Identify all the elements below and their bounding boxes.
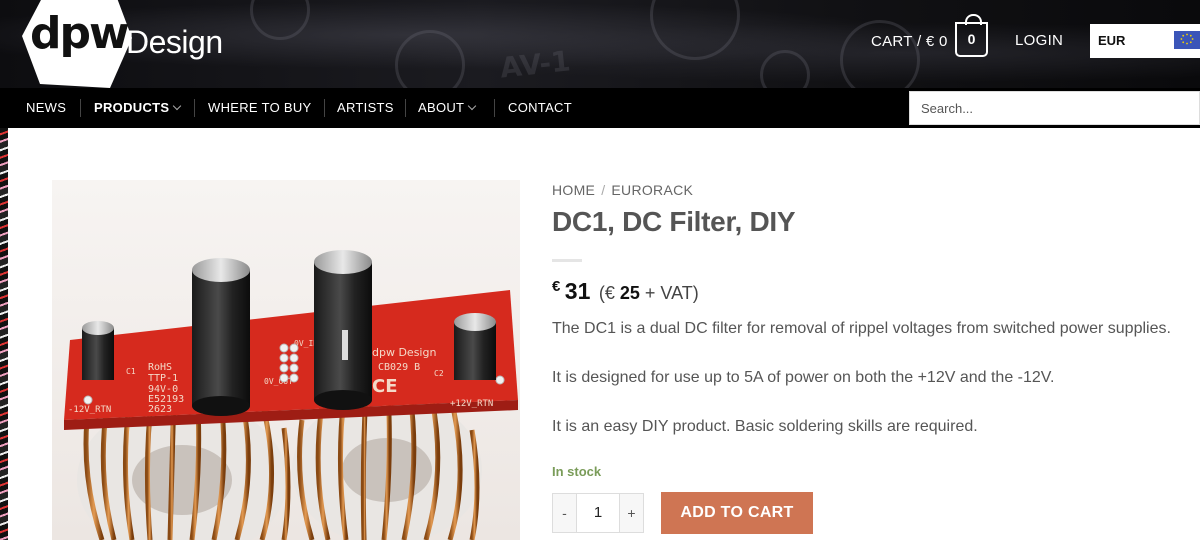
- nav-divider: [324, 99, 325, 117]
- background-module: AV-1: [498, 44, 573, 85]
- background-knob: [650, 0, 740, 60]
- currency-code: EUR: [1098, 33, 1126, 48]
- price-ex-vat-amount: 25: [619, 283, 640, 303]
- nav-item-label: ABOUT: [418, 100, 465, 115]
- nav-item-about[interactable]: ABOUT: [418, 100, 477, 115]
- pcb-label: CB029 B: [378, 362, 420, 373]
- nav-divider: [194, 99, 195, 117]
- pcb-label: dpw Design: [372, 346, 436, 359]
- nav-item-label: PRODUCTS: [94, 100, 170, 115]
- pcb-label: 0V_OUT: [264, 377, 293, 386]
- product-image[interactable]: RoHS TTP-1 94V-0 E52193 2623 dpw Design …: [52, 180, 520, 540]
- product-description: It is designed for use up to 5A of power…: [552, 369, 1055, 386]
- price-amount: 31: [564, 278, 591, 304]
- price-currency: €: [552, 278, 561, 295]
- product-price: € 31 (€ 25 + VAT): [552, 278, 699, 305]
- background-knob: [840, 20, 920, 88]
- quantity-decrease-button[interactable]: -: [553, 494, 577, 532]
- breadcrumb-home[interactable]: HOME: [552, 182, 595, 198]
- breadcrumb: HOME / EURORACK: [552, 182, 693, 198]
- background-knob: [395, 30, 465, 88]
- quantity-stepper: - 1 +: [552, 493, 644, 533]
- nav-item-news[interactable]: NEWS: [26, 100, 66, 115]
- dc-filter-pcb-photo: RoHS TTP-1 94V-0 E52193 2623 dpw Design …: [64, 250, 518, 540]
- nav-divider: [405, 99, 406, 117]
- logo-text[interactable]: Design: [126, 24, 223, 61]
- nav-item-where-to-buy[interactable]: WHERE TO BUY: [208, 100, 312, 115]
- chevron-down-icon: [173, 101, 182, 111]
- cart-link[interactable]: CART / € 0: [871, 33, 948, 50]
- pcb-label: C2: [434, 369, 444, 378]
- pcb-label: 2623: [148, 404, 172, 415]
- breadcrumb-eurorack[interactable]: EURORACK: [611, 182, 693, 198]
- logo-mark: dpw: [30, 8, 130, 59]
- price-ex-vat-prefix: (€: [598, 283, 615, 303]
- search-input[interactable]: [910, 92, 1199, 124]
- quantity-input[interactable]: 1: [577, 494, 619, 532]
- login-link[interactable]: LOGIN: [1015, 32, 1063, 49]
- nav-item-contact[interactable]: CONTACT: [508, 100, 572, 115]
- background-knob: [760, 50, 810, 88]
- nav-divider: [494, 99, 495, 117]
- cart-bag-icon[interactable]: 0: [955, 14, 988, 57]
- breadcrumb-separator: /: [601, 182, 606, 198]
- pcb-label: RoHS: [148, 362, 172, 373]
- pcb-label: +12V_RTN: [450, 399, 493, 409]
- stock-status: In stock: [552, 464, 602, 479]
- nav-item-artists[interactable]: ARTISTS: [337, 100, 394, 115]
- background-cables: [0, 128, 8, 540]
- eu-flag-icon: [1174, 31, 1200, 49]
- quantity-increase-button[interactable]: +: [619, 494, 643, 532]
- chevron-down-icon: [468, 101, 477, 111]
- site-header: AV-1 dpw Design CART / € 0 0 LOGIN EUR: [0, 0, 1200, 88]
- site-logo[interactable]: dpw: [22, 0, 132, 88]
- pcb-label: TTP-1: [148, 373, 178, 384]
- price-ex-vat-suffix: + VAT): [644, 283, 699, 303]
- title-divider: [552, 259, 582, 262]
- product-title: DC1, DC Filter, DIY: [552, 206, 796, 237]
- price-ex-vat: (€ 25 + VAT): [599, 283, 699, 303]
- nav-item-products[interactable]: PRODUCTS: [94, 100, 182, 115]
- background-knob: [250, 0, 310, 40]
- search-field[interactable]: [909, 91, 1200, 125]
- ce-mark-icon: CE: [372, 376, 398, 397]
- product-description: The DC1 is a dual DC filter for removal …: [552, 320, 1171, 337]
- product-description: It is an easy DIY product. Basic solderi…: [552, 418, 978, 435]
- currency-selector[interactable]: EUR: [1090, 24, 1200, 58]
- pcb-label: C1: [126, 367, 136, 376]
- add-to-cart-button[interactable]: ADD TO CART: [661, 492, 813, 534]
- nav-divider: [80, 99, 81, 117]
- pcb-label: -12V_RTN: [68, 405, 111, 415]
